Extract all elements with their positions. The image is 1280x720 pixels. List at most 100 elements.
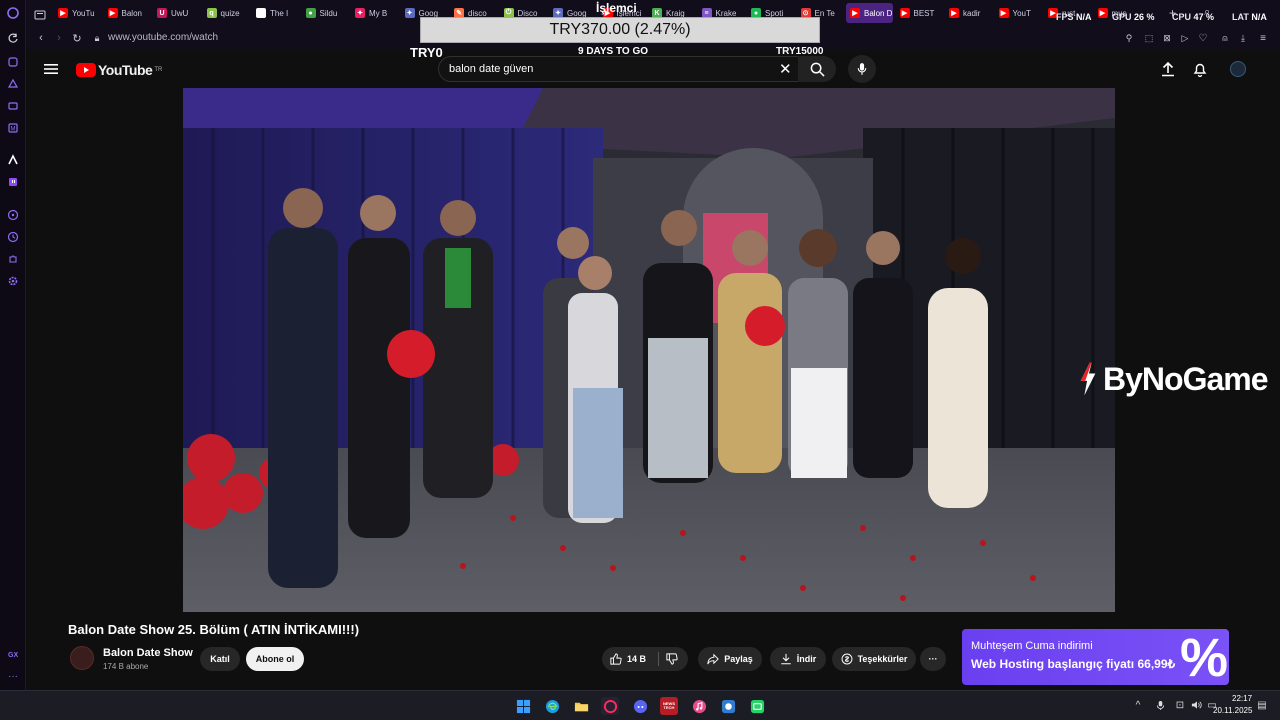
windows-start-icon[interactable] — [514, 697, 532, 715]
search-button[interactable] — [798, 56, 836, 82]
browser-tab[interactable]: ◆ The I — [252, 3, 299, 23]
clock-date[interactable]: 20.11.2025 — [1213, 706, 1252, 715]
pin-icon[interactable]: ⚲ — [1122, 31, 1136, 45]
ad-percent-icon: % — [1180, 629, 1229, 685]
search-input[interactable]: balon date güven — [449, 63, 533, 75]
file-explorer-icon[interactable] — [572, 697, 590, 715]
browser-tab[interactable]: ▶ YouTu — [54, 3, 101, 23]
gx-control-icon[interactable] — [6, 77, 20, 91]
tab-favicon-icon: ● — [305, 8, 316, 18]
tray-volume-icon[interactable] — [1190, 699, 1202, 711]
thumbs-down-icon — [666, 653, 678, 665]
join-button[interactable]: Katıl — [200, 647, 240, 671]
reload-sidebar-icon[interactable] — [6, 31, 20, 45]
news-app-icon[interactable]: NEWS TECH — [660, 697, 678, 715]
aria-icon[interactable] — [6, 153, 20, 167]
goal-start-label: TRY0 — [410, 45, 443, 60]
gx-corner-icon[interactable] — [6, 55, 20, 69]
vpn-icon[interactable]: ⊠ — [1160, 31, 1174, 45]
like-button[interactable]: 14 B — [610, 653, 646, 665]
channel-name[interactable]: Balon Date Show — [103, 647, 193, 659]
edge-icon[interactable] — [543, 697, 561, 715]
browser-tab[interactable]: ▶ Balon D — [846, 3, 893, 23]
chat-app-icon[interactable] — [719, 697, 737, 715]
gx-cleaner-icon[interactable] — [6, 99, 20, 113]
download-button[interactable]: İndir — [770, 647, 826, 671]
microphone-icon — [857, 63, 867, 75]
back-icon[interactable]: ‹ — [34, 31, 48, 45]
gx-label-icon[interactable]: GX — [8, 652, 18, 659]
extensions-icon[interactable] — [6, 252, 20, 266]
reload-icon[interactable]: ↻ — [70, 31, 84, 45]
download-label: İndir — [796, 654, 817, 664]
search-icon — [810, 62, 825, 77]
tab-label: Balon — [121, 8, 142, 18]
browser-tab[interactable]: q quize — [203, 3, 250, 23]
menu-icon[interactable]: ≡ — [1256, 31, 1270, 45]
browser-tab[interactable]: ▶ Balon — [104, 3, 151, 23]
tab-workspaces-icon[interactable] — [34, 7, 46, 20]
tray-expand-icon[interactable]: ^ — [1132, 699, 1144, 711]
voice-search-button[interactable] — [848, 55, 876, 83]
subscribe-button[interactable]: Abone ol — [246, 647, 304, 671]
ad-headline: Muhteşem Cuma indirimi — [971, 640, 1093, 652]
browser-tab[interactable]: ✦ My B — [351, 3, 398, 23]
thanks-button[interactable]: Teşekkürler — [832, 647, 916, 671]
browser-tab[interactable]: ▶ BEST — [896, 3, 943, 23]
tab-favicon-icon: ◆ — [256, 8, 266, 18]
bookmark-heart-icon[interactable]: ♡ — [1196, 31, 1210, 45]
channel-avatar[interactable] — [70, 646, 94, 670]
hamburger-menu-icon[interactable] — [44, 62, 58, 74]
tray-network-icon[interactable]: ⊡ — [1174, 699, 1186, 711]
tab-favicon-icon: ▶ — [107, 8, 118, 18]
clock-time[interactable]: 22:17 — [1232, 694, 1252, 703]
browser-tab[interactable]: ▶ YouT — [995, 3, 1042, 23]
messenger-icon[interactable]: M — [6, 121, 20, 135]
sponsored-ad[interactable]: Muhteşem Cuma indirimi Web Hosting başla… — [962, 629, 1229, 685]
snapshot-icon[interactable]: ⬚ — [1142, 31, 1156, 45]
browser-tab[interactable]: ● Sildu — [302, 3, 349, 23]
video-player[interactable] — [183, 88, 1115, 612]
url-field[interactable]: www.youtube.com/watch — [108, 32, 218, 43]
sidebar-more-icon[interactable]: ··· — [8, 671, 18, 682]
subscribe-label: Abone ol — [255, 654, 295, 664]
player-icon[interactable] — [6, 208, 20, 222]
tab-label: YouTu — [72, 8, 95, 18]
whatsapp-icon[interactable] — [748, 697, 766, 715]
tab-favicon-icon: ▶ — [998, 8, 1009, 18]
account-avatar[interactable] — [1230, 61, 1246, 77]
twitch-icon[interactable] — [6, 175, 20, 189]
svg-text:M: M — [11, 127, 16, 133]
music-app-icon[interactable] — [690, 697, 708, 715]
tab-favicon-icon: U — [157, 8, 167, 18]
cpu-readout: CPU 47 % — [1172, 12, 1215, 22]
browser-tab[interactable]: U UwU — [153, 3, 200, 23]
settings-gear-icon[interactable] — [6, 274, 20, 288]
notification-center-icon[interactable]: ▤ — [1256, 699, 1268, 711]
notifications-bell-icon[interactable] — [1193, 61, 1207, 78]
dislike-button[interactable] — [666, 653, 678, 667]
like-divider — [658, 652, 659, 666]
profile-icon[interactable]: ⍝ — [1218, 31, 1232, 45]
history-icon[interactable] — [6, 230, 20, 244]
player-bar-icon[interactable]: ▷ — [1178, 31, 1192, 45]
browser-tab[interactable]: ▶ kadir — [945, 3, 992, 23]
upload-icon[interactable] — [1161, 61, 1175, 77]
bynogame-logo: ByNoGame — [1077, 360, 1268, 398]
share-button[interactable]: Paylaş — [698, 647, 762, 671]
search-box[interactable]: balon date güven ✕ — [438, 56, 824, 82]
clear-search-icon[interactable]: ✕ — [779, 60, 792, 78]
tray-microphone-icon[interactable] — [1154, 699, 1166, 711]
latency-readout: LAT N/A — [1232, 12, 1267, 22]
tab-favicon-icon: ✦ — [355, 8, 365, 18]
super-thanks-icon — [841, 653, 853, 665]
more-actions-button[interactable]: ··· — [920, 647, 946, 671]
discord-icon[interactable] — [631, 697, 649, 715]
fps-readout: FPS N/A — [1056, 12, 1092, 22]
forward-icon[interactable]: › — [52, 31, 66, 45]
like-count: 14 B — [627, 654, 647, 664]
opera-gx-taskbar-icon[interactable] — [601, 697, 619, 715]
youtube-logo[interactable]: YouTube TR — [76, 62, 162, 78]
download-icon[interactable]: ⤓ — [1236, 31, 1250, 45]
opera-gx-logo-icon[interactable] — [6, 6, 20, 20]
